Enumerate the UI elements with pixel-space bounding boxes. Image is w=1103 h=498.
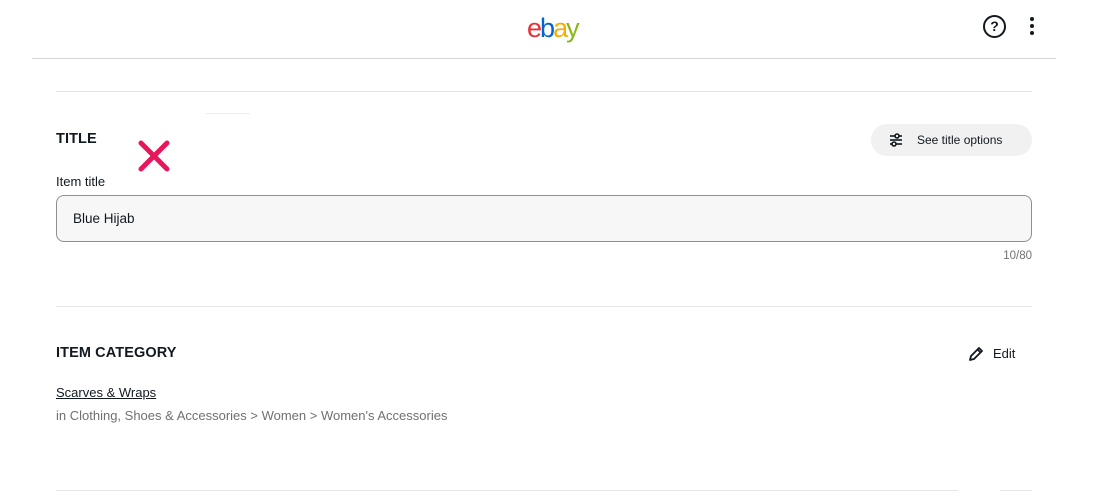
decorative-line: [206, 113, 250, 114]
edit-label: Edit: [993, 346, 1016, 361]
x-icon: [138, 140, 170, 172]
category-name-link[interactable]: Scarves & Wraps: [56, 385, 156, 400]
dot: [1030, 31, 1034, 35]
section-divider: [56, 91, 1032, 92]
title-section-heading: TITLE: [56, 131, 97, 147]
logo-letter-e: e: [527, 13, 542, 43]
sliders-icon: [890, 133, 902, 147]
see-title-options-label: See title options: [917, 133, 1003, 147]
item-title-label: Item title: [56, 174, 106, 189]
dot: [1030, 24, 1034, 28]
item-title-input[interactable]: [56, 195, 1032, 242]
top-header: ebay ?: [32, 0, 1056, 59]
section-divider: [56, 306, 1032, 307]
category-path: in Clothing, Shoes & Accessories > Women…: [56, 408, 448, 423]
pencil-icon: [969, 347, 983, 361]
ebay-logo[interactable]: ebay: [527, 13, 580, 44]
divider-gap: [958, 487, 1000, 491]
logo-letter-a: a: [553, 13, 568, 43]
section-divider: [56, 490, 1032, 491]
item-category-heading: ITEM CATEGORY: [56, 345, 177, 361]
logo-letter-b: b: [540, 13, 555, 43]
see-title-options-button[interactable]: See title options: [871, 124, 1032, 156]
dot: [1030, 17, 1034, 21]
title-char-count: 10/80: [1003, 250, 1032, 262]
help-icon[interactable]: ?: [983, 15, 1006, 38]
more-options-icon[interactable]: [1027, 14, 1037, 40]
edit-category-button[interactable]: Edit: [967, 344, 1023, 364]
logo-letter-y: y: [566, 13, 579, 43]
